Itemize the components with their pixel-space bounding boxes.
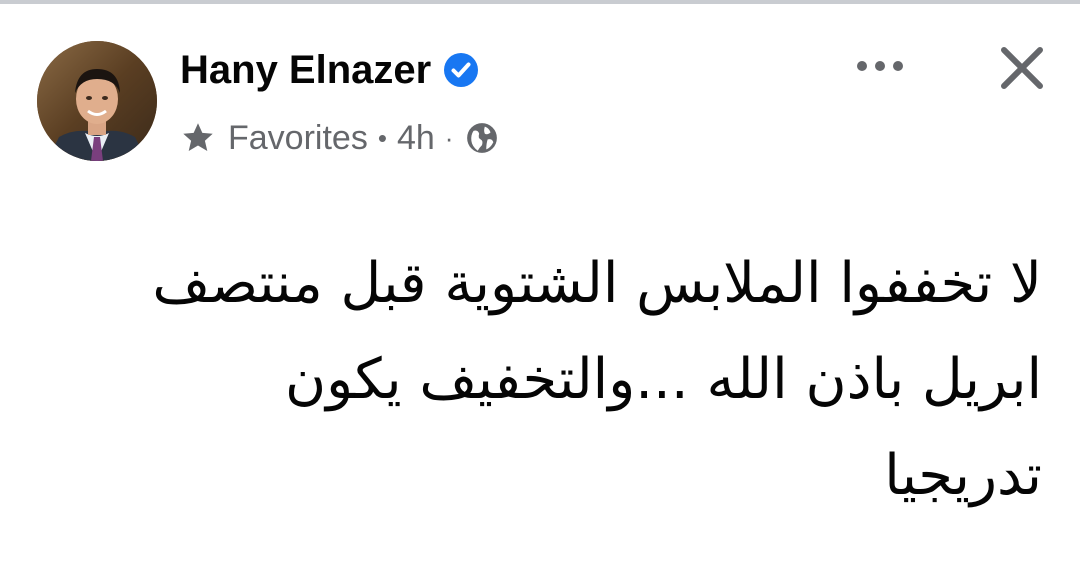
more-options-button[interactable] bbox=[852, 46, 908, 86]
more-horizontal-icon bbox=[857, 61, 903, 71]
post-meta: Favorites • 4h · bbox=[180, 116, 499, 160]
close-button[interactable] bbox=[992, 38, 1052, 98]
verified-badge-icon bbox=[444, 53, 479, 87]
post-time[interactable]: 4h bbox=[397, 119, 435, 158]
author-row: Hany Elnazer bbox=[180, 44, 479, 96]
avatar[interactable] bbox=[37, 41, 157, 161]
globe-icon[interactable] bbox=[465, 121, 499, 155]
profile-photo-icon bbox=[37, 41, 157, 161]
audience-label[interactable]: Favorites bbox=[228, 119, 368, 158]
star-icon bbox=[183, 123, 213, 152]
post-text: لا تخففوا الملابس الشتوية قبل منتصف ابري… bbox=[152, 251, 1042, 508]
post-card: Hany Elnazer Favorites • 4h · لا تخففوا … bbox=[0, 0, 1080, 577]
top-divider bbox=[0, 0, 1080, 4]
meta-dot: · bbox=[444, 122, 454, 153]
close-icon bbox=[1001, 47, 1043, 89]
meta-bullet: • bbox=[377, 122, 387, 153]
author-name[interactable]: Hany Elnazer bbox=[180, 44, 431, 96]
